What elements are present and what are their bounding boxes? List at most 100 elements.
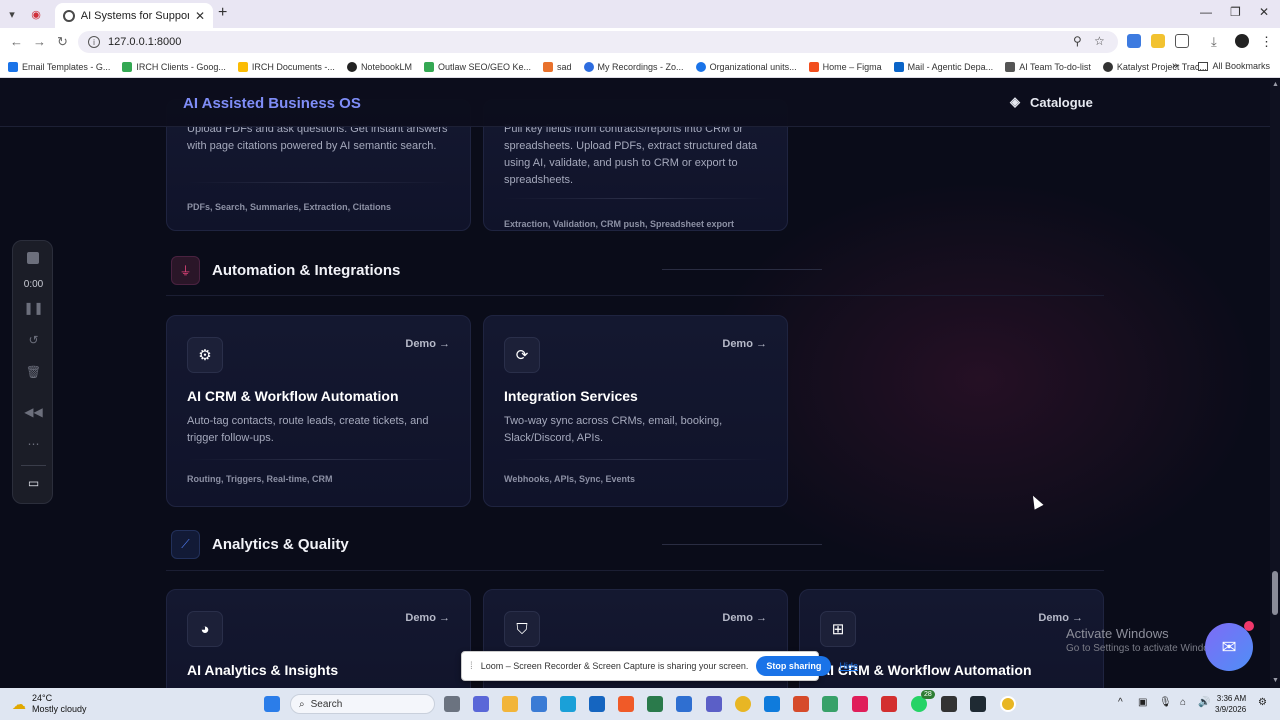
edge-icon[interactable] bbox=[560, 696, 576, 712]
bookmark-item[interactable]: sad bbox=[543, 61, 572, 72]
forward-arrow-icon[interactable]: → bbox=[33, 34, 46, 49]
store-icon[interactable] bbox=[531, 696, 547, 712]
hide-sharing-link[interactable]: Hide bbox=[839, 661, 858, 671]
browser-tab-active[interactable]: AI Systems for Support, Sales, a ✕ bbox=[55, 3, 213, 28]
demo-link[interactable]: Demo → bbox=[1038, 612, 1083, 624]
chrome-icon[interactable] bbox=[735, 696, 751, 712]
back-arrow-icon[interactable]: ← bbox=[10, 34, 23, 49]
tray-app-icon[interactable]: ▣ bbox=[1138, 697, 1147, 708]
outlook-icon[interactable] bbox=[589, 696, 605, 712]
brave-icon[interactable] bbox=[618, 696, 634, 712]
app-icon[interactable] bbox=[822, 696, 838, 712]
more-bookmarks-chevron-icon[interactable]: » bbox=[1172, 60, 1178, 72]
grid-icon[interactable]: ⋯ bbox=[13, 437, 54, 451]
scroll-up-icon[interactable]: ▲ bbox=[1272, 81, 1279, 88]
crm-workflow-card-2[interactable]: ⊞ Demo → AI CRM & Workflow Automation bbox=[799, 589, 1104, 688]
close-window-icon[interactable]: ✕ bbox=[1259, 5, 1269, 19]
card-description: Auto-tag contacts, route leads, create t… bbox=[187, 415, 429, 444]
bookmark-item[interactable]: Organizational units... bbox=[695, 61, 797, 72]
camera-icon[interactable]: ▭ bbox=[13, 476, 54, 490]
extension-icon[interactable] bbox=[1127, 34, 1141, 48]
activate-windows-subtitle: Go to Settings to activate Windows. bbox=[1066, 643, 1224, 654]
new-tab-plus-icon[interactable]: + bbox=[218, 4, 227, 22]
site-navbar: AI Assisted Business OS ◈ Catalogue bbox=[0, 79, 1270, 127]
wps-icon[interactable] bbox=[881, 696, 897, 712]
bookmark-item[interactable]: AI Team To-do-list bbox=[1005, 61, 1091, 72]
bookmark-star-icon[interactable]: ☆ bbox=[1094, 34, 1105, 48]
app-icon[interactable] bbox=[764, 696, 780, 712]
bookmark-item[interactable]: IRCH Documents -... bbox=[237, 61, 335, 72]
network-icon[interactable]: ⌂ bbox=[1180, 697, 1186, 708]
crm-workflow-card[interactable]: ⚙ Demo → AI CRM & Workflow Automation Au… bbox=[166, 315, 471, 507]
bookmark-item[interactable]: Mail - Agentic Depa... bbox=[893, 61, 993, 72]
zoom-icon[interactable]: ⚲ bbox=[1073, 34, 1082, 48]
analytics-insights-card[interactable]: ◕ Demo → AI Analytics & Insights bbox=[166, 589, 471, 688]
download-icon[interactable]: ⤓ bbox=[1211, 34, 1217, 50]
omnibox[interactable]: i 127.0.0.1:8000 ⚲ ☆ bbox=[78, 31, 1118, 53]
chrome-active-icon[interactable] bbox=[1000, 696, 1016, 712]
menu-kebab-icon[interactable]: ⋮ bbox=[1260, 34, 1273, 50]
copilot-icon[interactable] bbox=[473, 696, 489, 712]
card-tags: PDFs, Search, Summaries, Extraction, Cit… bbox=[187, 202, 392, 212]
terminal-icon[interactable] bbox=[970, 696, 986, 712]
app-icon[interactable] bbox=[793, 696, 809, 712]
temperature: 24°C bbox=[32, 693, 53, 703]
bookmark-item[interactable]: NotebookLM bbox=[346, 61, 412, 72]
extension-notes-icon[interactable] bbox=[1151, 34, 1165, 48]
extensions-puzzle-icon[interactable] bbox=[1175, 34, 1189, 48]
app-icon[interactable] bbox=[676, 696, 692, 712]
task-view-icon[interactable] bbox=[444, 696, 460, 712]
weather-text: 24°C Mostly cloudy bbox=[32, 693, 87, 715]
scrollbar-thumb[interactable] bbox=[1272, 571, 1278, 615]
slack-icon[interactable] bbox=[852, 696, 868, 712]
site-brand[interactable]: AI Assisted Business OS bbox=[183, 95, 361, 112]
figma-icon bbox=[808, 61, 819, 72]
stop-recording-icon[interactable] bbox=[27, 252, 39, 264]
settings-gear-icon[interactable]: ⚙ bbox=[1258, 697, 1267, 708]
scroll-down-icon[interactable]: ▼ bbox=[1272, 677, 1279, 684]
all-bookmarks-button[interactable]: All Bookmarks bbox=[1198, 61, 1270, 71]
bookmark-item[interactable]: Outlaw SEO/GEO Ke... bbox=[423, 61, 531, 72]
demo-link[interactable]: Demo → bbox=[722, 338, 767, 350]
tab-list-chevron-icon[interactable]: ▾ bbox=[0, 2, 24, 26]
windows-start-icon[interactable] bbox=[264, 696, 280, 712]
system-clock[interactable]: 3:36 AM 3/9/2026 bbox=[1215, 693, 1246, 715]
tray-chevron-icon[interactable]: ^ bbox=[1118, 697, 1123, 708]
taskbar-search[interactable]: ⌕ Search bbox=[290, 694, 435, 714]
minimize-icon[interactable]: — bbox=[1200, 5, 1212, 19]
bookmark-item[interactable]: Katalyst Project Trac... bbox=[1102, 61, 1207, 72]
pause-icon[interactable]: ❚❚ bbox=[13, 301, 54, 315]
search-label: Search bbox=[310, 698, 343, 710]
site-info-icon[interactable]: i bbox=[88, 36, 100, 48]
cloud-sun-icon: ☁ bbox=[12, 695, 26, 712]
demo-link[interactable]: Demo → bbox=[405, 338, 450, 350]
bookmarks-bar: Email Templates - G... IRCH Clients - Go… bbox=[0, 56, 1280, 78]
reload-icon[interactable]: ↻ bbox=[57, 34, 68, 50]
recording-dot-icon: ◉ bbox=[31, 8, 41, 21]
teams-icon[interactable] bbox=[706, 696, 722, 712]
notes-icon[interactable] bbox=[647, 696, 663, 712]
bookmark-item[interactable]: IRCH Clients - Goog... bbox=[122, 61, 226, 72]
demo-link[interactable]: Demo → bbox=[405, 612, 450, 624]
stop-sharing-button[interactable]: Stop sharing bbox=[756, 656, 832, 676]
microphone-icon[interactable]: 🎙 bbox=[1159, 697, 1172, 708]
page-scrollbar[interactable]: ▲ ▼ bbox=[1270, 79, 1280, 688]
weather-widget[interactable]: ☁ 24°C Mostly cloudy bbox=[12, 693, 87, 715]
demo-link[interactable]: Demo → bbox=[722, 612, 767, 624]
profile-avatar[interactable] bbox=[1235, 34, 1249, 48]
catalogue-button[interactable]: ◈ Catalogue bbox=[1010, 94, 1093, 110]
restart-icon[interactable]: ↺ bbox=[13, 333, 54, 347]
drag-handle-icon[interactable]: ⁞ bbox=[470, 661, 473, 672]
tab-close-icon[interactable]: ✕ bbox=[195, 9, 205, 23]
line-chart-icon: ⟋ bbox=[171, 530, 200, 559]
app-icon[interactable] bbox=[941, 696, 957, 712]
volume-icon[interactable]: 🔊 bbox=[1198, 697, 1210, 708]
bookmark-item[interactable]: Home – Figma bbox=[808, 61, 882, 72]
bookmark-item[interactable]: Email Templates - G... bbox=[8, 61, 110, 72]
integration-services-card[interactable]: ⟳ Demo → Integration Services Two-way sy… bbox=[483, 315, 788, 507]
file-explorer-icon[interactable] bbox=[502, 696, 518, 712]
trash-icon[interactable]: 🗑 bbox=[13, 365, 54, 379]
bookmark-item[interactable]: My Recordings - Zo... bbox=[583, 61, 684, 72]
restore-icon[interactable]: ❐ bbox=[1230, 5, 1241, 19]
rewind-icon[interactable]: ◀◀ bbox=[13, 405, 54, 419]
